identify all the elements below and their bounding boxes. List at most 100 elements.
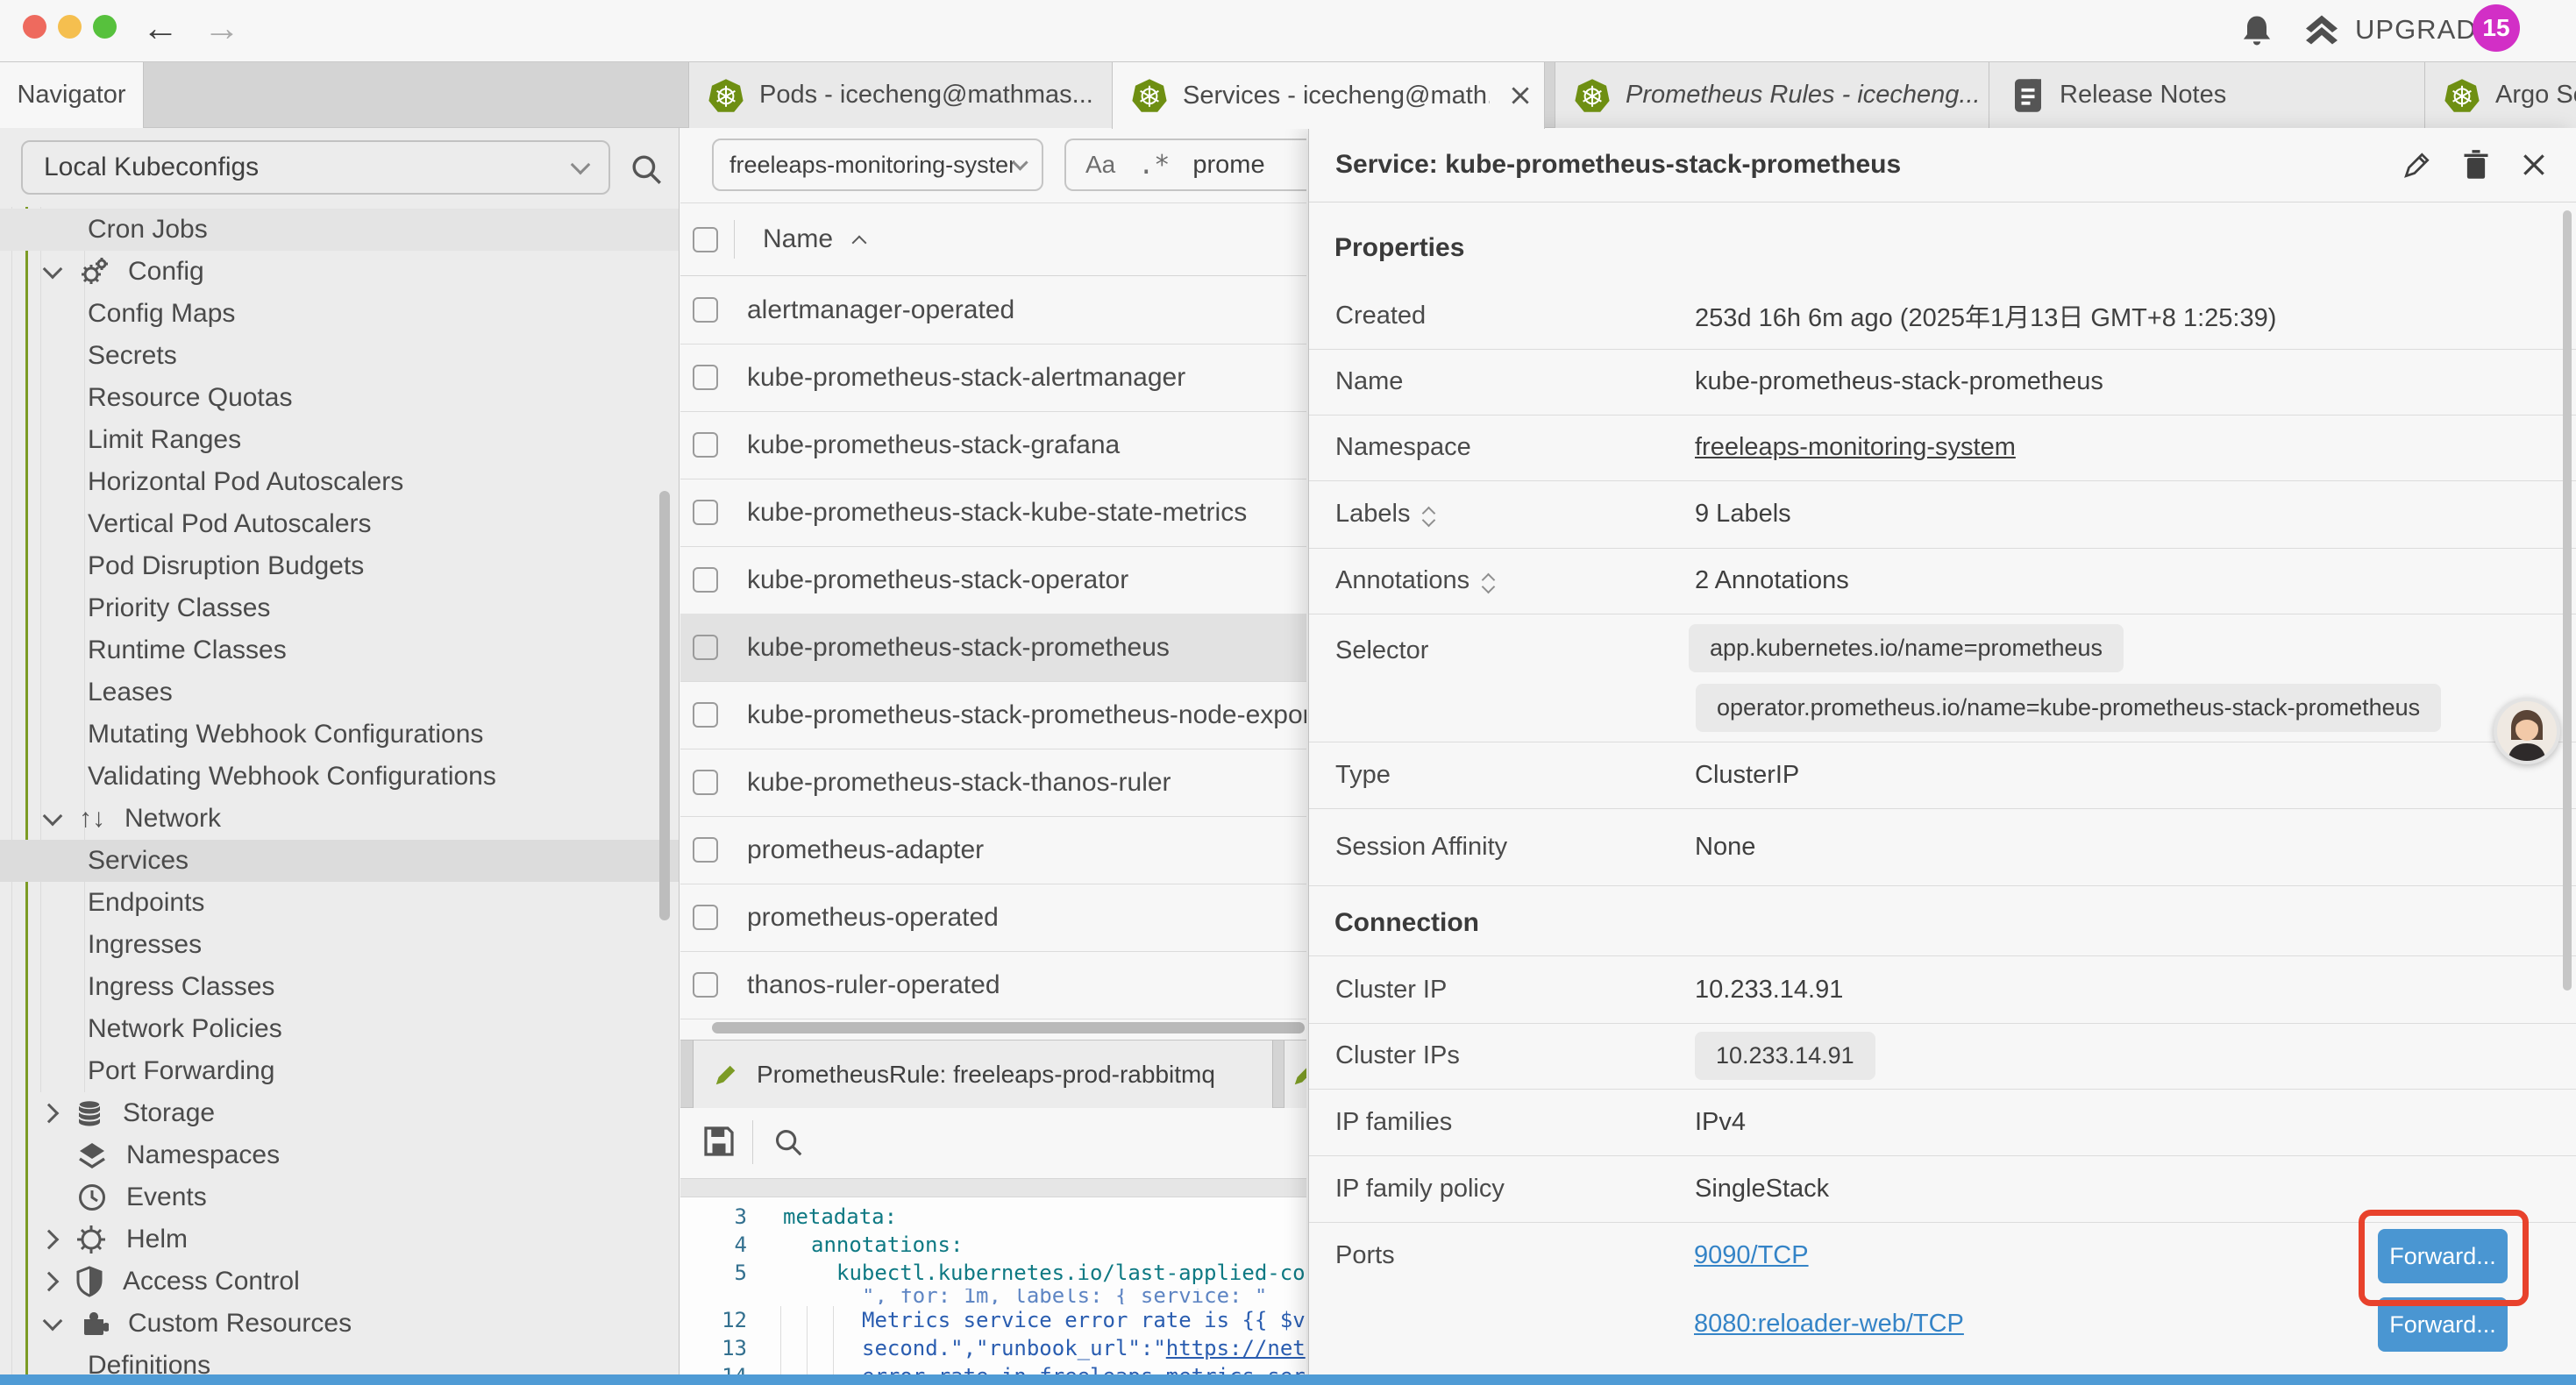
tab-prometheus-rules[interactable]: Prometheus Rules - icecheng... <box>1555 62 1990 128</box>
cluster-ip-chip: 10.233.14.91 <box>1695 1032 1875 1080</box>
sidebar-item-events[interactable]: Events <box>77 1176 207 1218</box>
kubeconfig-selector[interactable]: Local Kubeconfigs <box>21 140 610 195</box>
expand-sort-icon[interactable] <box>1424 503 1434 525</box>
sidebar-item-resource-quotas[interactable]: Resource Quotas <box>88 377 292 419</box>
minimize-window-button[interactable] <box>58 15 82 39</box>
port-link-8080[interactable]: 8080:reloader-web/TCP <box>1694 1310 1964 1339</box>
sidebar-group-helm[interactable]: Helm <box>46 1218 188 1261</box>
line-number: 4 <box>680 1232 747 1257</box>
table-row[interactable]: thanos-ruler-operated <box>680 951 1306 1019</box>
sidebar-item-validating-webhook-configurations[interactable]: Validating Webhook Configurations <box>88 756 496 798</box>
sidebar-item-pod-disruption-budgets[interactable]: Pod Disruption Budgets <box>88 545 364 587</box>
sidebar-search-icon[interactable] <box>628 151 665 188</box>
namespace-selector[interactable]: freeleaps-monitoring-system <box>712 138 1043 191</box>
row-checkbox[interactable] <box>693 905 718 930</box>
sidebar-group-network[interactable]: ↑↓ Network <box>46 798 221 840</box>
table-row[interactable]: kube-prometheus-stack-kube-state-metrics <box>680 479 1306 547</box>
sidebar-group-custom-resources[interactable]: Custom Resources <box>46 1303 352 1345</box>
editor-tab-prometheusrule[interactable]: PrometheusRule: freeleaps-prod-rabbitmq <box>693 1041 1273 1108</box>
detail-row-ip-families: IP families IPv4 <box>1309 1089 2576 1156</box>
row-checkbox[interactable] <box>693 432 718 458</box>
regex-toggle[interactable]: .* <box>1138 150 1170 181</box>
row-checkbox[interactable] <box>693 702 718 728</box>
zoom-window-button[interactable] <box>93 15 117 39</box>
sidebar-item-vertical-pod-autoscalers[interactable]: Vertical Pod Autoscalers <box>88 503 372 545</box>
table-row[interactable]: kube-prometheus-stack-prometheus-node-ex… <box>680 681 1306 749</box>
row-checkbox[interactable] <box>693 972 718 998</box>
table-row[interactable]: alertmanager-operated <box>680 276 1306 344</box>
kubernetes-icon <box>1575 78 1610 113</box>
sidebar-item-limit-ranges[interactable]: Limit Ranges <box>88 419 241 461</box>
save-icon[interactable] <box>701 1124 737 1159</box>
sidebar-item-endpoints[interactable]: Endpoints <box>88 882 204 924</box>
upgrade-button[interactable]: UPGRADE <box>2301 9 2495 51</box>
table-row[interactable]: prometheus-operated <box>680 884 1306 952</box>
back-button[interactable]: ← <box>142 7 179 49</box>
row-checkbox[interactable] <box>693 635 718 660</box>
code-line: Metrics service error rate is {{ $va <box>862 1308 1306 1332</box>
row-checkbox[interactable] <box>693 500 718 525</box>
network-arrows-icon: ↑↓ <box>79 804 105 834</box>
notification-count-badge[interactable]: 15 <box>2473 4 2520 52</box>
table-row-selected[interactable]: kube-prometheus-stack-prometheus <box>680 614 1306 682</box>
match-case-toggle[interactable]: Aa <box>1085 151 1115 179</box>
namespace-link[interactable]: freeleaps-monitoring-system <box>1695 433 2016 462</box>
forward-button[interactable]: → <box>203 7 240 49</box>
row-checkbox[interactable] <box>693 567 718 593</box>
avatar[interactable] <box>2494 698 2560 764</box>
table-row[interactable]: kube-prometheus-stack-grafana <box>680 411 1306 479</box>
close-tab-icon[interactable] <box>1509 84 1532 107</box>
tree-guide <box>11 207 12 1385</box>
table-row[interactable]: kube-prometheus-stack-operator <box>680 546 1306 614</box>
sidebar-scrollbar[interactable] <box>659 491 670 920</box>
sidebar-item-services[interactable]: Services <box>88 840 189 882</box>
row-checkbox[interactable] <box>693 365 718 390</box>
close-panel-icon[interactable] <box>2520 151 2548 179</box>
sort-ascending-icon[interactable] <box>852 236 867 251</box>
close-window-button[interactable] <box>23 15 46 39</box>
tab-release-notes[interactable]: Release Notes <box>1989 62 2426 128</box>
tab-pods[interactable]: Pods - icecheng@mathmas... <box>688 62 1114 128</box>
header-divider <box>734 220 735 259</box>
sidebar-group-access-control[interactable]: Access Control <box>46 1261 300 1303</box>
sidebar-item-runtime-classes[interactable]: Runtime Classes <box>88 629 287 671</box>
kubernetes-icon <box>1132 78 1167 113</box>
table-row[interactable]: kube-prometheus-stack-alertmanager <box>680 344 1306 412</box>
sidebar-item-namespaces[interactable]: Namespaces <box>77 1134 280 1176</box>
editor-search-icon[interactable] <box>772 1126 805 1159</box>
code-area[interactable]: 3 metadata: 4 annotations: 5 kubectl.kub… <box>680 1197 1306 1374</box>
column-header-name[interactable]: Name <box>763 224 833 254</box>
sidebar-item-cron-jobs[interactable]: Cron Jobs <box>88 209 208 251</box>
table-row[interactable]: kube-prometheus-stack-thanos-ruler <box>680 749 1306 817</box>
delete-trash-icon[interactable] <box>2462 149 2490 181</box>
sidebar-item-ingress-classes[interactable]: Ingress Classes <box>88 966 274 1008</box>
notifications-bell-icon[interactable] <box>2238 11 2276 50</box>
expand-sort-icon[interactable] <box>1484 570 1493 592</box>
edit-pencil-icon[interactable] <box>2402 150 2432 180</box>
navigator-tab[interactable]: Navigator <box>0 62 144 128</box>
sidebar-item-ingresses[interactable]: Ingresses <box>88 924 202 966</box>
sidebar-item-secrets[interactable]: Secrets <box>88 335 177 377</box>
row-checkbox[interactable] <box>693 837 718 863</box>
select-all-checkbox[interactable] <box>693 227 718 252</box>
sidebar-item-mutating-webhook-configurations[interactable]: Mutating Webhook Configurations <box>88 714 483 756</box>
table-horizontal-scrollbar[interactable] <box>712 1022 1305 1033</box>
table-row[interactable]: prometheus-adapter <box>680 816 1306 884</box>
sidebar-group-config[interactable]: Config <box>46 251 204 293</box>
sidebar-item-network-policies[interactable]: Network Policies <box>88 1008 282 1050</box>
line-number: 12 <box>680 1308 747 1332</box>
sidebar-item-leases[interactable]: Leases <box>88 671 173 714</box>
sidebar-item-config-maps[interactable]: Config Maps <box>88 293 235 335</box>
editor-tab-partial[interactable] <box>1284 1041 1306 1108</box>
sidebar-item-horizontal-pod-autoscalers[interactable]: Horizontal Pod Autoscalers <box>88 461 403 503</box>
sidebar-item-port-forwarding[interactable]: Port Forwarding <box>88 1050 274 1092</box>
detail-panel-scrollbar[interactable] <box>2563 210 2572 991</box>
row-checkbox[interactable] <box>693 297 718 323</box>
sidebar-group-storage[interactable]: Storage <box>46 1092 215 1134</box>
tab-services[interactable]: Services - icecheng@math... <box>1112 62 1545 129</box>
sidebar-item-priority-classes[interactable]: Priority Classes <box>88 587 270 629</box>
port-link-9090[interactable]: 9090/TCP <box>1694 1241 1809 1270</box>
row-checkbox[interactable] <box>693 770 718 795</box>
tab-argo[interactable]: Argo Se <box>2424 62 2576 128</box>
resource-search-input[interactable]: Aa .* prome <box>1064 138 1306 191</box>
